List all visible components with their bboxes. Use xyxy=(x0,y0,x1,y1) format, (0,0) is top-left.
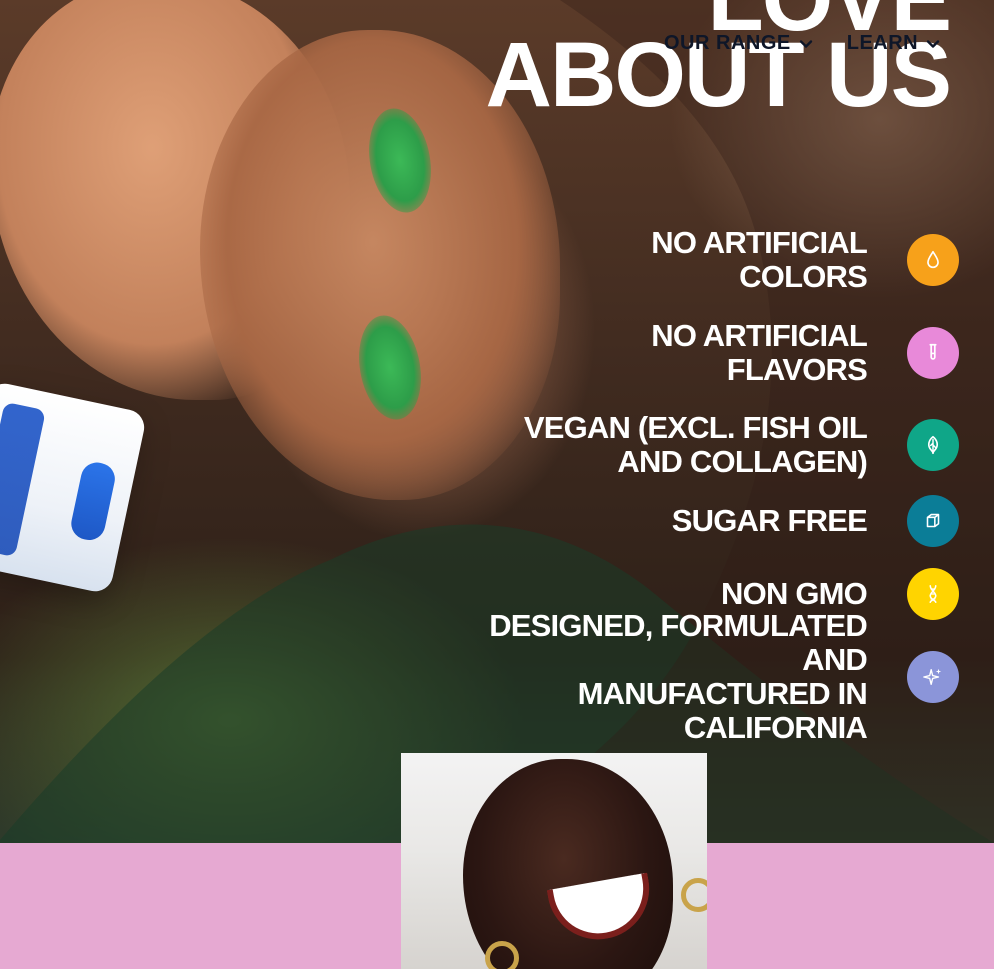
top-nav: OUR RANGE LEARN xyxy=(664,32,940,55)
bottle-label xyxy=(0,401,46,558)
cube-icon xyxy=(907,495,959,547)
chevron-down-icon xyxy=(926,34,940,48)
feature-text: NO ARTIFICIAL FLAVORS xyxy=(651,318,868,387)
feature-text: NON GMO xyxy=(721,576,868,612)
leaf-icon xyxy=(907,419,959,471)
nav-learn[interactable]: LEARN xyxy=(847,32,940,55)
feature-text: DESIGNED, FORMULATED AND MANUFACTURED IN… xyxy=(489,608,868,745)
feature-text: SUGAR FREE xyxy=(671,503,868,539)
feature-list: NO ARTIFICIAL COLORS NO ARTIFICIAL FLAVO… xyxy=(439,222,959,744)
earring-right xyxy=(681,878,707,912)
test-tube-icon xyxy=(907,327,959,379)
drop-icon xyxy=(907,234,959,286)
feature-sugar-free: SUGAR FREE xyxy=(439,495,959,547)
nav-learn-label: LEARN xyxy=(846,32,919,54)
earring-left xyxy=(485,941,519,969)
feature-vegan: VEGAN (EXCL. FISH OIL AND COLLAGEN) xyxy=(439,407,959,483)
feature-text: NO ARTIFICIAL COLORS xyxy=(651,225,868,294)
feature-no-artificial-colors: NO ARTIFICIAL COLORS xyxy=(439,222,959,298)
bottle-window xyxy=(68,459,118,543)
dna-icon xyxy=(907,568,959,620)
chevron-down-icon xyxy=(799,34,813,48)
sparkle-icon xyxy=(907,651,959,703)
hero-headline: LOVE ABOUT US xyxy=(486,0,952,121)
feature-designed-in-california: DESIGNED, FORMULATED AND MANUFACTURED IN… xyxy=(439,609,959,744)
smiling-person-photo xyxy=(401,753,707,969)
feature-no-artificial-flavors: NO ARTIFICIAL FLAVORS xyxy=(439,315,959,391)
hero-section: LOVE ABOUT US OUR RANGE LEARN NO ARTIFIC… xyxy=(0,0,994,843)
person-face xyxy=(463,759,673,969)
nav-our-range-label: OUR RANGE xyxy=(664,32,791,54)
nav-our-range[interactable]: OUR RANGE xyxy=(664,32,813,55)
feature-text: VEGAN (EXCL. FISH OIL AND COLLAGEN) xyxy=(523,410,868,479)
